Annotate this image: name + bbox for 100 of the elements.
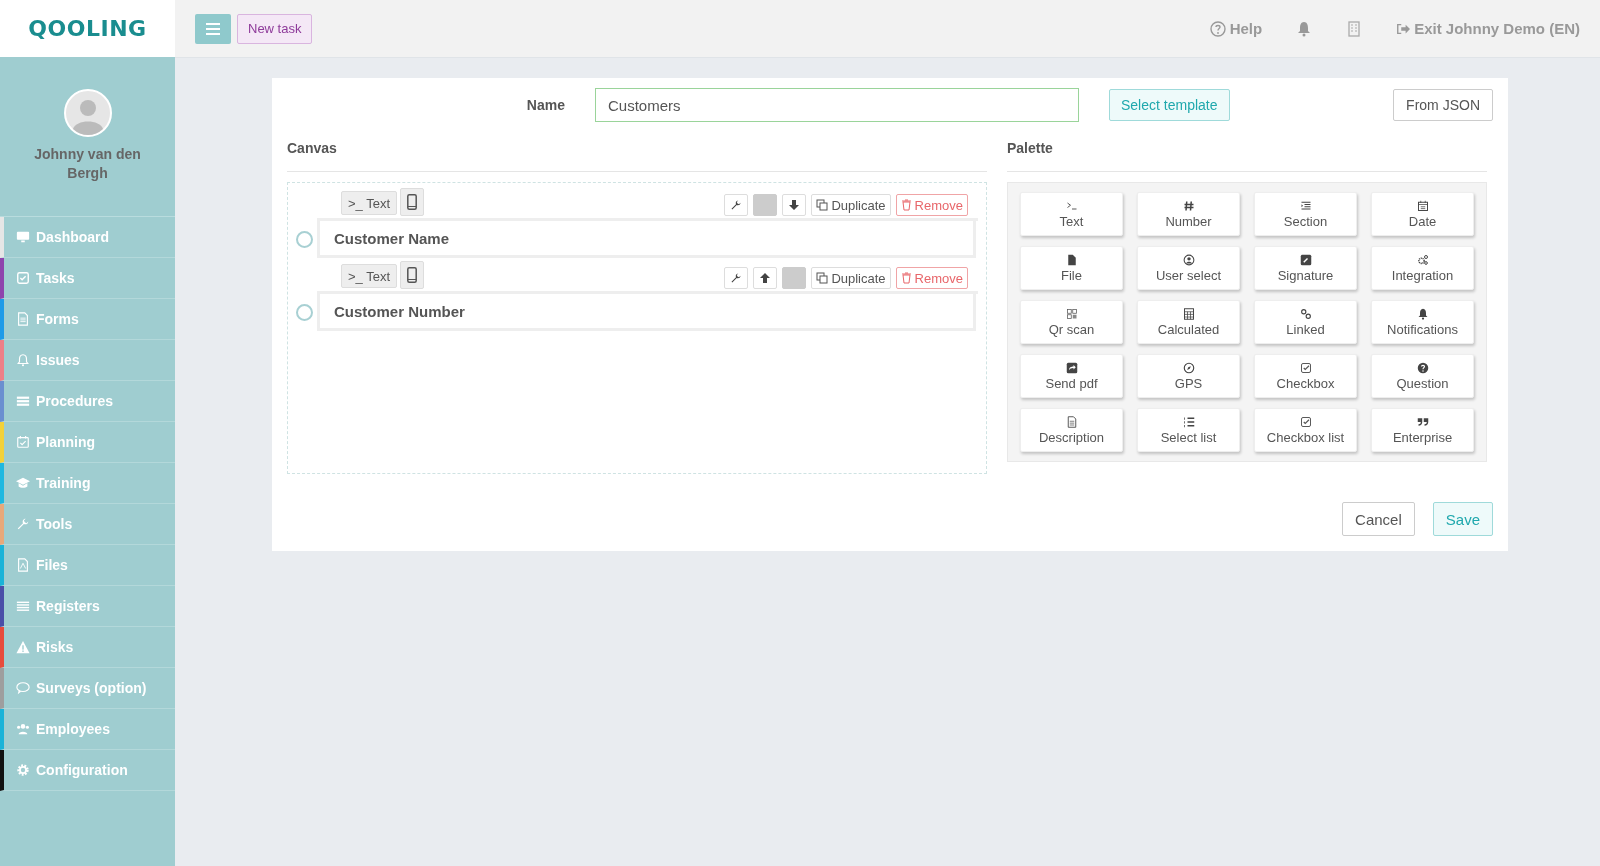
- sidebar-label: Employees: [36, 721, 110, 737]
- bell-icon: [16, 353, 30, 367]
- form-field[interactable]: Customer Number: [317, 294, 976, 331]
- sidebar-label: Issues: [36, 352, 80, 368]
- bell-icon: [1416, 307, 1429, 320]
- checkbox-icon: [16, 271, 30, 285]
- new-task-button[interactable]: New task: [237, 13, 313, 44]
- user-circle-icon: [1182, 253, 1195, 266]
- palette-item[interactable]: Checkbox: [1254, 354, 1357, 398]
- field-type-tag: >_ Text: [341, 264, 398, 288]
- canvas-heading: Canvas: [287, 132, 987, 172]
- share-square-icon: [1065, 361, 1078, 374]
- palette-item[interactable]: File: [1020, 246, 1123, 290]
- logo: QOOLING: [28, 16, 147, 41]
- sidebar-label: Tasks: [36, 270, 75, 286]
- palette-item[interactable]: Section: [1254, 192, 1357, 236]
- move-up-button[interactable]: [753, 267, 778, 289]
- from-json-button[interactable]: From JSON: [1393, 89, 1493, 121]
- calendar-icon: [16, 435, 30, 449]
- sidebar-label: Dashboard: [36, 229, 110, 245]
- gears-icon: [1416, 253, 1429, 266]
- arrow-down-icon: [788, 199, 801, 211]
- file-icon: [1065, 253, 1078, 266]
- calculator-icon: [1182, 307, 1195, 320]
- sidebar-label: Forms: [36, 311, 79, 327]
- quote-icon: [1416, 415, 1429, 428]
- wrench-icon: [16, 517, 30, 531]
- sidebar-label: Files: [36, 557, 68, 573]
- palette-item[interactable]: Send pdf: [1020, 354, 1123, 398]
- numbered-list-icon: [1182, 415, 1195, 428]
- pdf-file-icon: [16, 558, 30, 572]
- palette-item[interactable]: Linked: [1254, 300, 1357, 344]
- phone-button[interactable]: [400, 188, 425, 216]
- palette-item[interactable]: Question: [1371, 354, 1474, 398]
- list-icon: [16, 394, 30, 408]
- name-label: Name: [525, 97, 566, 113]
- palette-item[interactable]: Select list: [1137, 408, 1240, 452]
- menu-icon: [206, 22, 220, 35]
- people-icon: [16, 722, 30, 736]
- wrench-icon: [730, 272, 743, 284]
- palette-item[interactable]: GPS: [1137, 354, 1240, 398]
- menu-button[interactable]: [195, 13, 231, 44]
- copy-icon: [816, 199, 829, 211]
- palette-item[interactable]: Date: [1371, 192, 1474, 236]
- trash-icon: [900, 199, 912, 211]
- list-icon: [16, 599, 30, 613]
- sidebar-label: Risks: [36, 639, 74, 655]
- move-down-button[interactable]: [782, 194, 807, 216]
- trash-icon: [900, 272, 912, 284]
- phone-icon: [407, 267, 418, 283]
- palette-item[interactable]: Notifications: [1371, 300, 1474, 344]
- graduation-cap-icon: [16, 476, 30, 490]
- radio-button[interactable]: [296, 304, 313, 321]
- link-icon: [1299, 307, 1312, 320]
- palette-item[interactable]: Signature: [1254, 246, 1357, 290]
- bell-icon[interactable]: [1296, 20, 1313, 37]
- qr-code-icon: [1065, 307, 1078, 320]
- user-name: Johnny van den Bergh: [33, 145, 142, 183]
- cancel-button[interactable]: Cancel: [1342, 502, 1415, 536]
- document-icon: [16, 312, 30, 326]
- palette-item[interactable]: Calculated: [1137, 300, 1240, 344]
- exit-icon: [1396, 21, 1411, 36]
- phone-button[interactable]: [400, 261, 425, 289]
- document-icon: [1065, 415, 1078, 428]
- sidebar-label: Tools: [36, 516, 73, 532]
- monitor-icon: [16, 230, 30, 244]
- checkbox-icon: [1299, 415, 1312, 428]
- field-type-tag: >_ Text: [341, 191, 398, 215]
- field-label: Customer Number: [334, 302, 465, 320]
- name-input[interactable]: Customers: [595, 88, 1079, 122]
- sidebar-label: Planning: [36, 434, 96, 450]
- palette-item[interactable]: Checkbox list: [1254, 408, 1357, 452]
- palette-item[interactable]: Qr scan: [1020, 300, 1123, 344]
- palette-item[interactable]: Number: [1137, 192, 1240, 236]
- duplicate-button[interactable]: Duplicate: [811, 194, 891, 216]
- section-icon: [1299, 199, 1312, 212]
- sidebar-label: Training: [36, 475, 91, 491]
- hash-icon: [1182, 199, 1195, 212]
- warning-icon: [16, 640, 30, 654]
- question-icon: [1416, 361, 1429, 374]
- duplicate-button[interactable]: Duplicate: [811, 267, 891, 289]
- radio-button[interactable]: [296, 231, 313, 248]
- palette-item[interactable]: Description: [1020, 408, 1123, 452]
- avatar-icon: [63, 89, 112, 137]
- palette-heading: Palette: [1007, 132, 1487, 172]
- checkbox-icon: [1299, 361, 1312, 374]
- calendar-icon: [1416, 199, 1429, 212]
- form-field[interactable]: Customer Name: [317, 221, 976, 258]
- sidebar-label: Procedures: [36, 393, 114, 409]
- palette-item[interactable]: Text: [1020, 192, 1123, 236]
- wrench-button[interactable]: [724, 194, 749, 216]
- palette-item[interactable]: User select: [1137, 246, 1240, 290]
- speech-bubble-icon: [16, 681, 30, 695]
- sidebar-label: Configuration: [36, 762, 128, 778]
- compass-icon: [1182, 361, 1195, 374]
- copy-icon: [816, 272, 829, 284]
- palette-item[interactable]: Integration: [1371, 246, 1474, 290]
- wrench-icon: [730, 199, 743, 211]
- palette-item[interactable]: Enterprise: [1371, 408, 1474, 452]
- phone-icon: [407, 194, 418, 210]
